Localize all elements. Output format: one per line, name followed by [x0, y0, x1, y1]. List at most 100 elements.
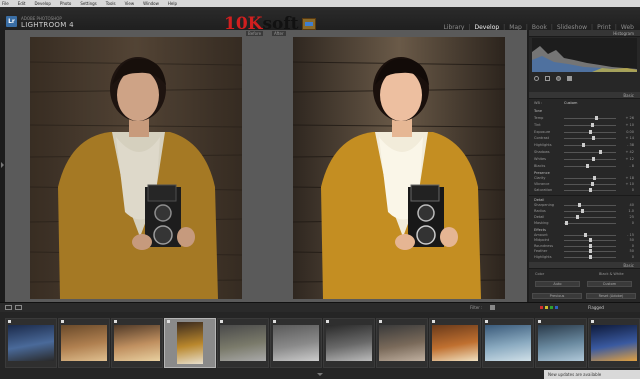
basic-header[interactable]: Basic — [529, 92, 640, 99]
slider-value[interactable]: - 15 — [627, 233, 634, 238]
grid-view-icon[interactable] — [5, 305, 12, 310]
slider-masking[interactable]: Masking 0 — [534, 221, 634, 226]
slider-highlights[interactable]: Highlights 0 — [534, 254, 634, 260]
slider-midpoint[interactable]: Midpoint 50 — [534, 238, 634, 243]
slider-value[interactable]: - 8 — [629, 164, 634, 169]
slider-track[interactable] — [564, 235, 616, 236]
slider-knob[interactable] — [588, 254, 592, 259]
slider-radius[interactable]: Radius 1.0 — [534, 209, 634, 214]
treatment-color[interactable]: Color — [535, 272, 544, 276]
slider-knob[interactable] — [588, 188, 592, 192]
crop-icon[interactable] — [545, 75, 550, 81]
flag-filter-icon[interactable] — [490, 305, 495, 310]
filmstrip-thumb[interactable] — [376, 318, 428, 368]
slider-track[interactable] — [564, 184, 616, 185]
slider-knob[interactable] — [591, 156, 595, 161]
collapse-filmstrip-icon[interactable] — [317, 373, 323, 376]
slider-contrast[interactable]: Contrast + 14 — [534, 136, 634, 141]
filmstrip-thumb[interactable] — [323, 318, 375, 368]
slider-saturation[interactable]: Saturation 0 — [534, 188, 634, 193]
slider-value[interactable]: + 10 — [626, 123, 635, 128]
filmstrip-thumb[interactable] — [482, 318, 534, 368]
filmstrip-thumb[interactable] — [270, 318, 322, 368]
menu-settings[interactable]: Settings — [80, 0, 96, 7]
slider-value[interactable]: + 18 — [626, 176, 635, 181]
red-label-icon[interactable] — [540, 306, 543, 309]
filmstrip-thumb[interactable] — [535, 318, 587, 368]
slider-exposure[interactable]: Exposure 0.00 — [534, 129, 634, 135]
slider-value[interactable]: + 26 — [626, 116, 635, 121]
slider-track[interactable] — [564, 145, 616, 147]
menu-edit[interactable]: Edit — [18, 0, 26, 7]
slider-track[interactable] — [564, 118, 616, 119]
slider-highlights[interactable]: Highlights - 38 — [534, 143, 634, 148]
slider-value[interactable]: + 12 — [626, 157, 635, 162]
histogram-header[interactable]: Histogram — [529, 30, 640, 37]
red-eye-icon[interactable] — [556, 75, 561, 81]
spot-removal-icon[interactable] — [534, 75, 539, 81]
auto-button[interactable]: Auto — [535, 281, 580, 287]
slider-value[interactable]: 0 — [632, 255, 634, 260]
slider-value[interactable]: 40 — [630, 203, 634, 208]
slider-knob[interactable] — [580, 209, 584, 213]
update-notification[interactable]: New updates are available — [544, 370, 640, 379]
slider-track[interactable] — [564, 138, 616, 140]
slider-clarity[interactable]: Clarity + 18 — [534, 176, 634, 181]
slider-track[interactable] — [564, 158, 616, 160]
slider-detail[interactable]: Detail 25 — [534, 215, 634, 220]
slider-vibrance[interactable]: Vibrance + 10 — [534, 182, 634, 187]
slider-knob[interactable] — [588, 249, 592, 254]
slider-roundness[interactable]: Roundness 0 — [534, 243, 634, 249]
slider-track[interactable] — [564, 152, 616, 153]
slider-value[interactable]: - 38 — [627, 143, 634, 148]
menu-view[interactable]: View — [125, 0, 135, 7]
graduated-filter-icon[interactable] — [567, 75, 572, 81]
slider-shadows[interactable]: Shadows + 42 — [534, 150, 634, 155]
slider-knob[interactable] — [584, 233, 588, 237]
slider-temp[interactable]: Temp + 26 — [534, 116, 634, 121]
slider-track[interactable] — [564, 124, 616, 126]
slider-track[interactable] — [564, 211, 616, 212]
slider-feather[interactable]: Feather 50 — [534, 249, 634, 254]
wb-value[interactable]: Custom — [564, 101, 577, 105]
slider-track[interactable] — [564, 178, 616, 179]
slider-knob[interactable] — [586, 163, 590, 168]
slider-track[interactable] — [564, 217, 616, 218]
slider-knob[interactable] — [598, 150, 602, 154]
filmstrip-thumb[interactable] — [5, 318, 57, 368]
slider-value[interactable]: 0 — [632, 188, 634, 193]
slider-value[interactable]: 0 — [632, 244, 634, 249]
slider-knob[interactable] — [591, 122, 595, 127]
slider-knob[interactable] — [578, 203, 582, 207]
menu-tools[interactable]: Tools — [106, 0, 116, 7]
slider-value[interactable]: 25 — [630, 215, 634, 220]
slider-knob[interactable] — [591, 182, 595, 186]
slider-value[interactable]: + 14 — [626, 136, 635, 141]
loupe-view-icon[interactable] — [15, 305, 22, 310]
slider-value[interactable]: 50 — [630, 249, 634, 254]
filter-value[interactable]: Flagged — [588, 304, 604, 311]
menu-file[interactable]: File — [2, 0, 9, 7]
blue-label-icon[interactable] — [555, 306, 558, 309]
slider-tint[interactable]: Tint + 10 — [534, 122, 635, 128]
slider-value[interactable]: 0 — [632, 221, 634, 226]
slider-value[interactable]: 0.00 — [626, 130, 634, 135]
menu-photo[interactable]: Photo — [60, 0, 71, 7]
slider-knob[interactable] — [588, 238, 592, 243]
slider-knob[interactable] — [594, 116, 598, 120]
filmstrip-thumb[interactable] — [588, 318, 640, 368]
slider-value[interactable]: + 10 — [626, 182, 635, 187]
expand-left-icon[interactable] — [1, 162, 4, 168]
menu-window[interactable]: Window — [143, 0, 159, 7]
treatment-bw[interactable]: Black & White — [599, 272, 624, 276]
yellow-label-icon[interactable] — [545, 306, 548, 309]
slider-track[interactable] — [564, 205, 616, 206]
slider-knob[interactable] — [592, 136, 596, 141]
green-label-icon[interactable] — [550, 306, 553, 309]
slider-knob[interactable] — [588, 129, 592, 134]
slider-knob[interactable] — [588, 243, 592, 248]
slider-sharpening[interactable]: Sharpening 40 — [534, 203, 634, 208]
filmstrip-thumb[interactable] — [217, 318, 269, 368]
slider-track[interactable] — [564, 223, 616, 224]
filmstrip-thumb[interactable] — [111, 318, 163, 368]
